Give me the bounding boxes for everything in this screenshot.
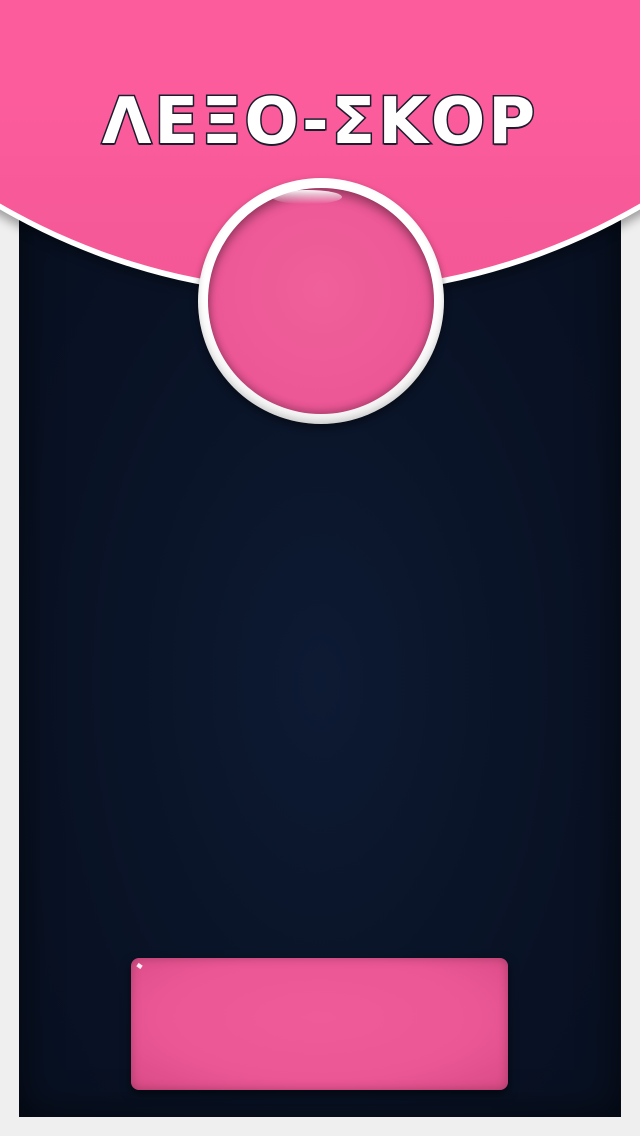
tap-button[interactable] [208,188,434,414]
action-panel-button[interactable] [131,958,508,1090]
game-title: ΛΕΞΟ-ΣΚΟΡ [100,84,539,161]
tap-button-highlight [272,190,342,204]
game-screen: ΛΕΞΟ-ΣΚΟΡ [0,0,640,1136]
